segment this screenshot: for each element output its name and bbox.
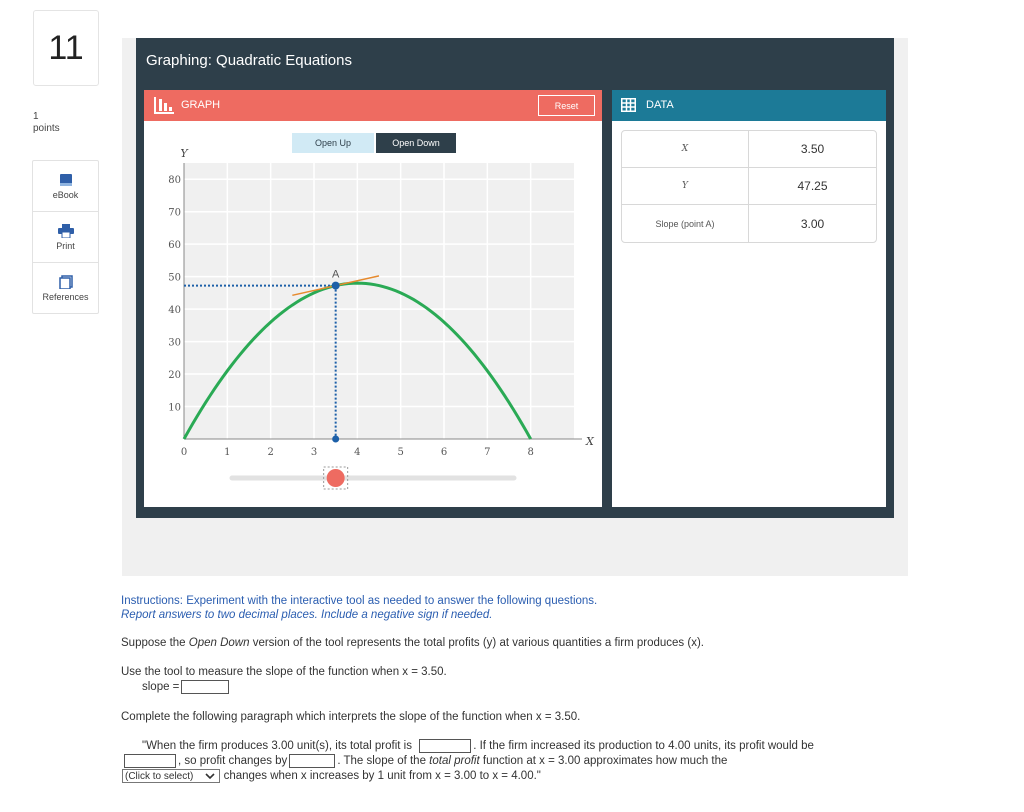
references-label: References [42, 292, 89, 302]
table-icon [621, 98, 636, 112]
interp-text-1: "When the firm produces 3.00 unit(s), it… [142, 740, 412, 753]
y-tick-label: 30 [168, 338, 181, 349]
ebook-button[interactable]: eBook [33, 161, 98, 212]
data-label-slope: Slope (point A) [622, 205, 749, 242]
x-tick-label: 6 [441, 447, 447, 458]
slope-label: slope = [142, 681, 180, 694]
variable-select-value: (Click to select) [125, 770, 194, 782]
chevron-down-icon [205, 773, 215, 780]
data-value-x: 3.50 [800, 142, 825, 156]
profit-change-input[interactable] [289, 754, 336, 768]
interp-text-5: function at x = 3.00 approximates how mu… [482, 755, 728, 768]
prompt-p1-post: version of the tool represents the total… [249, 637, 704, 649]
new-profit-input[interactable] [124, 754, 176, 768]
graphing-app: Graphing: Quadratic Equations GRAPH Rese… [136, 38, 894, 518]
y-tick-label: 10 [168, 403, 181, 414]
y-tick-label: 50 [168, 273, 181, 284]
references-icon [58, 275, 73, 289]
point-a-label: A [332, 269, 340, 281]
interpretation-line-1: "When the firm produces 3.00 unit(s), it… [142, 739, 902, 754]
prompt-paragraph-1: Suppose the Open Down version of the too… [121, 636, 704, 651]
interpretation-line-3: (Click to select) changes when x increas… [122, 769, 912, 784]
interp-text-2: . If the firm increased its production t… [473, 740, 814, 753]
print-label: Print [56, 240, 75, 251]
data-value-slope: 3.00 [800, 216, 825, 231]
x-tick-label: 5 [397, 447, 403, 458]
print-icon [57, 223, 74, 238]
point-a-x-marker [332, 435, 340, 443]
tools-panel: eBook Print References [32, 160, 99, 314]
x-axis-label: X [585, 435, 595, 448]
references-button[interactable]: References [33, 263, 98, 314]
x-tick-label: 0 [181, 447, 187, 458]
slope-input[interactable] [181, 680, 230, 694]
book-icon [59, 173, 72, 186]
interp-text-4: . The slope of the [337, 755, 426, 768]
interp-text-3: , so profit changes by [178, 755, 288, 768]
total-profit-input[interactable] [419, 739, 472, 753]
data-row-y: Y 47.25 [622, 168, 876, 205]
x-tick-label: 8 [527, 447, 533, 458]
print-button[interactable]: Print [33, 212, 98, 263]
data-row-x: X 3.50 [622, 131, 876, 168]
graph-panel: GRAPH Reset Open Up Open Down 0123456781… [144, 90, 602, 507]
y-tick-label: 20 [168, 370, 181, 381]
points-label: points [33, 123, 60, 134]
data-table: X 3.50 Y 47.25 Slope (point A) 3.00 [621, 130, 877, 243]
slope-answer-row: slope = [142, 680, 231, 695]
x-tick-label: 3 [311, 447, 317, 458]
data-label-y: Y [622, 168, 749, 204]
instructions: Instructions: Experiment with the intera… [121, 594, 597, 622]
interp-text-4-emphasis: total profit [429, 755, 480, 768]
data-panel-header: DATA [612, 90, 886, 121]
y-axis-label: Y [180, 147, 189, 160]
app-title: Graphing: Quadratic Equations [146, 52, 352, 69]
quadratic-plot[interactable]: 0 1 2 3 4 5 6 7 8 10 20 30 40 50 60 70 80 X Y A [144, 90, 602, 507]
slider-handle[interactable] [326, 469, 345, 487]
y-tick-label: 80 [168, 175, 181, 186]
instructions-line-2: Report answers to two decimal places. In… [121, 609, 493, 621]
y-tick-label: 40 [168, 305, 181, 316]
plot-area [184, 163, 574, 439]
prompt-paragraph-2: Use the tool to measure the slope of the… [121, 666, 447, 678]
y-tick-label: 60 [168, 240, 181, 251]
ebook-label: eBook [52, 189, 79, 200]
question-number: 11 [33, 10, 99, 86]
interp-text-6: changes when x increases by 1 unit from … [223, 770, 541, 783]
variable-select[interactable]: (Click to select) [122, 769, 221, 783]
instructions-line-1: Instructions: Experiment with the intera… [121, 595, 598, 607]
data-value-y: 47.25 [797, 179, 828, 193]
points-indicator: 1 points [33, 111, 60, 135]
prompt-paragraph-3: Complete the following paragraph which i… [121, 711, 581, 723]
prompt-p1-emphasis: Open Down [188, 637, 250, 649]
points-value: 1 [33, 111, 39, 122]
data-panel-title: DATA [646, 99, 674, 111]
data-label-x: X [622, 131, 749, 167]
data-row-slope: Slope (point A) 3.00 [622, 205, 876, 242]
prompt-p1-pre: Suppose the [121, 637, 189, 649]
point-a-marker [331, 281, 340, 290]
interpretation-line-2: , so profit changes by . The slope of the… [122, 754, 912, 769]
y-tick-label: 70 [168, 208, 181, 219]
x-tick-label: 2 [267, 447, 273, 458]
x-tick-label: 7 [484, 447, 490, 458]
x-tick-label: 4 [354, 447, 360, 458]
x-tick-label: 1 [224, 447, 230, 458]
data-panel: DATA X 3.50 Y 47.25 Slope (point A) 3.00 [612, 90, 886, 507]
